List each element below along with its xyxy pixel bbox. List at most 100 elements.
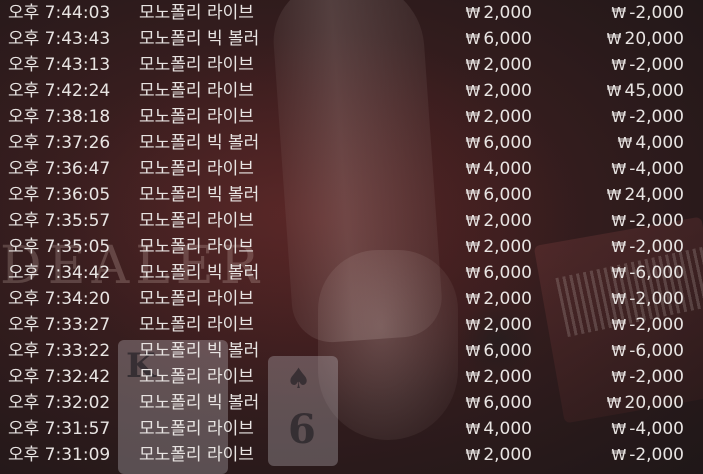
payout-amount: ₩ -2,000 xyxy=(611,442,684,468)
history-row[interactable]: 오후 7:33:27 모노폴리 라이브 ₩2,000 ₩ -2,000 xyxy=(0,312,703,338)
payout-value: -6,000 xyxy=(629,263,684,283)
payout-amount: ₩ -2,000 xyxy=(611,0,684,26)
payout-value: 45,000 xyxy=(624,81,684,101)
bet-amount: ₩2,000 xyxy=(465,364,532,390)
won-currency-icon: ₩ xyxy=(611,108,627,126)
history-row[interactable]: 오후 7:43:13 모노폴리 라이브 ₩2,000 ₩ -2,000 xyxy=(0,52,703,78)
won-currency-icon: ₩ xyxy=(465,56,481,74)
won-currency-icon: ₩ xyxy=(606,394,622,412)
won-currency-icon: ₩ xyxy=(465,134,481,152)
history-row[interactable]: 오후 7:35:05 모노폴리 라이브 ₩2,000 ₩ -2,000 xyxy=(0,234,703,260)
won-currency-icon: ₩ xyxy=(465,342,481,360)
round-time: 오후 7:43:13 xyxy=(8,55,111,75)
bet-amount: ₩6,000 xyxy=(465,182,532,208)
game-name: 모노폴리 라이브 xyxy=(139,211,254,231)
won-currency-icon: ₩ xyxy=(611,264,627,282)
won-currency-icon: ₩ xyxy=(465,446,481,464)
history-row[interactable]: 오후 7:42:24 모노폴리 라이브 ₩2,000 ₩45,000 xyxy=(0,78,703,104)
history-row[interactable]: 오후 7:32:42 모노폴리 라이브 ₩2,000 ₩ -2,000 xyxy=(0,364,703,390)
payout-value: 20,000 xyxy=(624,393,684,413)
bet-amount: ₩2,000 xyxy=(465,208,532,234)
won-currency-icon: ₩ xyxy=(465,4,481,22)
game-name: 모노폴리 빅 볼러 xyxy=(139,29,260,49)
won-currency-icon: ₩ xyxy=(465,108,481,126)
history-row[interactable]: 오후 7:36:05 모노폴리 빅 볼러 ₩6,000 ₩24,000 xyxy=(0,182,703,208)
round-time: 오후 7:31:09 xyxy=(8,445,111,465)
game-name: 모노폴리 라이브 xyxy=(139,237,254,257)
payout-amount: ₩20,000 xyxy=(607,390,684,416)
payout-value: -4,000 xyxy=(629,419,684,439)
round-time: 오후 7:34:20 xyxy=(8,289,111,309)
history-row[interactable]: 오후 7:44:03 모노폴리 라이브 ₩2,000 ₩ -2,000 xyxy=(0,0,703,26)
payout-value: 4,000 xyxy=(635,133,684,153)
payout-amount: ₩ -2,000 xyxy=(611,364,684,390)
payout-amount: ₩4,000 xyxy=(617,130,684,156)
payout-amount: ₩ -2,000 xyxy=(611,104,684,130)
round-time: 오후 7:34:42 xyxy=(8,263,111,283)
history-row[interactable]: 오후 7:33:22 모노폴리 빅 볼러 ₩6,000 ₩ -6,000 xyxy=(0,338,703,364)
history-row[interactable]: 오후 7:31:09 모노폴리 라이브 ₩2,000 ₩ -2,000 xyxy=(0,442,703,468)
bet-amount: ₩6,000 xyxy=(465,390,532,416)
payout-value: -2,000 xyxy=(629,211,684,231)
game-name: 모노폴리 라이브 xyxy=(139,419,254,439)
history-row[interactable]: 오후 7:36:47 모노폴리 라이브 ₩4,000 ₩ -4,000 xyxy=(0,156,703,182)
won-currency-icon: ₩ xyxy=(611,4,627,22)
history-row[interactable]: 오후 7:37:26 모노폴리 빅 볼러 ₩6,000 ₩4,000 xyxy=(0,130,703,156)
bet-amount: ₩2,000 xyxy=(465,234,532,260)
won-currency-icon: ₩ xyxy=(465,160,481,178)
bet-value: 4,000 xyxy=(483,159,532,179)
history-row[interactable]: 오후 7:35:57 모노폴리 라이브 ₩2,000 ₩ -2,000 xyxy=(0,208,703,234)
round-time: 오후 7:35:57 xyxy=(8,211,111,231)
game-name: 모노폴리 라이브 xyxy=(139,289,254,309)
payout-amount: ₩24,000 xyxy=(607,182,684,208)
won-currency-icon: ₩ xyxy=(465,420,481,438)
won-currency-icon: ₩ xyxy=(465,212,481,230)
payout-value: -2,000 xyxy=(629,445,684,465)
history-row[interactable]: 오후 7:32:02 모노폴리 빅 볼러 ₩6,000 ₩20,000 xyxy=(0,390,703,416)
history-row[interactable]: 오후 7:31:57 모노폴리 라이브 ₩4,000 ₩ -4,000 xyxy=(0,416,703,442)
payout-amount: ₩ -6,000 xyxy=(611,338,684,364)
bet-value: 2,000 xyxy=(483,55,532,75)
bet-value: 6,000 xyxy=(483,263,532,283)
history-row[interactable]: 오후 7:38:18 모노폴리 라이브 ₩2,000 ₩ -2,000 xyxy=(0,104,703,130)
game-name: 모노폴리 라이브 xyxy=(139,445,254,465)
game-name: 모노폴리 라이브 xyxy=(139,315,254,335)
won-currency-icon: ₩ xyxy=(617,134,633,152)
payout-value: -2,000 xyxy=(629,237,684,257)
won-currency-icon: ₩ xyxy=(606,30,622,48)
history-row[interactable]: 오후 7:34:42 모노폴리 빅 볼러 ₩6,000 ₩ -6,000 xyxy=(0,260,703,286)
round-time: 오후 7:32:02 xyxy=(8,393,111,413)
won-currency-icon: ₩ xyxy=(465,290,481,308)
won-currency-icon: ₩ xyxy=(606,82,622,100)
bet-value: 2,000 xyxy=(483,107,532,127)
round-time: 오후 7:43:43 xyxy=(8,29,111,49)
won-currency-icon: ₩ xyxy=(465,368,481,386)
payout-amount: ₩ -2,000 xyxy=(611,52,684,78)
bet-value: 2,000 xyxy=(483,3,532,23)
game-name: 모노폴리 빅 볼러 xyxy=(139,133,260,153)
bet-value: 2,000 xyxy=(483,237,532,257)
bet-amount: ₩6,000 xyxy=(465,260,532,286)
game-name: 모노폴리 라이브 xyxy=(139,81,254,101)
game-name: 모노폴리 빅 볼러 xyxy=(139,341,260,361)
payout-value: -2,000 xyxy=(629,315,684,335)
round-time: 오후 7:32:42 xyxy=(8,367,111,387)
round-time: 오후 7:31:57 xyxy=(8,419,111,439)
won-currency-icon: ₩ xyxy=(465,82,481,100)
history-row[interactable]: 오후 7:43:43 모노폴리 빅 볼러 ₩6,000 ₩20,000 xyxy=(0,26,703,52)
bet-amount: ₩2,000 xyxy=(465,52,532,78)
round-time: 오후 7:35:05 xyxy=(8,237,111,257)
game-name: 모노폴리 라이브 xyxy=(139,159,254,179)
bet-value: 2,000 xyxy=(483,289,532,309)
payout-amount: ₩ -2,000 xyxy=(611,312,684,338)
bet-value: 6,000 xyxy=(483,393,532,413)
bet-amount: ₩6,000 xyxy=(465,338,532,364)
bet-amount: ₩2,000 xyxy=(465,0,532,26)
payout-amount: ₩ -2,000 xyxy=(611,208,684,234)
payout-amount: ₩ -6,000 xyxy=(611,260,684,286)
history-row[interactable]: 오후 7:34:20 모노폴리 라이브 ₩2,000 ₩ -2,000 xyxy=(0,286,703,312)
won-currency-icon: ₩ xyxy=(465,238,481,256)
game-history-screen: DEALER K ♠ 6 오후 7:44:03 모노폴리 라이브 ₩2,000 ₩ -2… xyxy=(0,0,703,474)
payout-amount: ₩ -4,000 xyxy=(611,156,684,182)
bet-value: 4,000 xyxy=(483,419,532,439)
